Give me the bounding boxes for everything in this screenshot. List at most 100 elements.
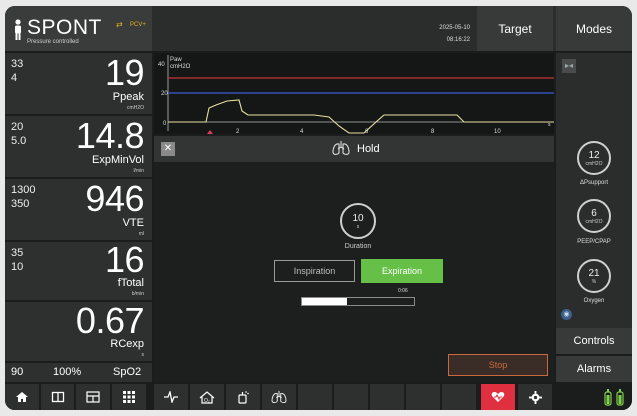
param-expminvol[interactable]: 20 5.0 14.8 ExpMinVol l/min [5, 115, 152, 177]
alarm-limit-low: 4 [11, 72, 18, 84]
home-o2-icon: O₂ [199, 390, 215, 404]
control-oxygen[interactable]: 21 % [577, 259, 611, 293]
target-button[interactable]: Target [477, 6, 553, 51]
inspiration-hold-button[interactable]: Inspiration [274, 260, 355, 282]
control-peep[interactable]: 6 cmH2O [577, 199, 611, 233]
svg-text:O₂: O₂ [204, 398, 210, 404]
waveform-unit: cmH2O [170, 64, 191, 70]
param-label: VTE [122, 217, 144, 229]
param-unit: s [141, 352, 145, 358]
param-unit: ml [138, 231, 144, 237]
control-psupport[interactable]: 12 cmH2O [577, 141, 611, 175]
controls-panel: ▸◂ 12 cmH2O ΔPsupport 6 cmH2O PEEP/CPAP … [556, 53, 632, 332]
time-display: 08:16:22 [446, 37, 470, 43]
bottom-toolbar: O₂ [5, 384, 632, 410]
waveform-button[interactable] [154, 384, 188, 410]
x-tick: 4 [300, 129, 304, 134]
top-bar: SPONT Pressure controlled ⇄ PCV+ 2025-05… [5, 6, 632, 51]
stop-button[interactable]: Stop [448, 354, 548, 376]
mode-indicator[interactable]: SPONT Pressure controlled ⇄ PCV+ [5, 6, 152, 51]
hold-dialog: ✕ Hold 10 s Duration Inspiration Expirat… [154, 136, 554, 382]
empty-slot [442, 384, 476, 410]
duration-control[interactable]: 10 s [340, 203, 376, 239]
trigger-marker-icon [207, 130, 213, 134]
hold-dialog-header: ✕ Hold [154, 136, 554, 162]
duration-label: Duration [344, 243, 372, 250]
hold-progress-bar [301, 297, 415, 306]
spo2-high: 100% [53, 366, 82, 378]
lungs-icon [332, 141, 350, 155]
empty-slot [370, 384, 404, 410]
alarms-button[interactable]: Alarms [556, 356, 632, 382]
gas-cylinder-icon [604, 389, 612, 406]
alarm-silence-button[interactable] [481, 384, 515, 410]
close-button[interactable]: ✕ [161, 142, 175, 156]
mode-subtitle: Pressure controlled [27, 39, 79, 45]
empty-slot [298, 384, 332, 410]
menu-grid-button[interactable] [112, 384, 146, 410]
param-ftotal[interactable]: 35 10 16 fTotal b/min [5, 239, 152, 300]
control-unit: % [591, 279, 597, 285]
spo2-row[interactable]: 90 100% SpO2 [5, 363, 152, 382]
control-unit: cmH2O [585, 219, 603, 225]
nebulizer-button[interactable] [226, 384, 260, 410]
param-label: Ppeak [112, 91, 144, 103]
home-icon [16, 392, 28, 402]
progress-time: 0:06 [398, 288, 408, 294]
layout-button[interactable] [76, 384, 110, 410]
alarm-limit-low: 5.0 [11, 135, 27, 147]
x-tick: 2 [236, 129, 240, 134]
alarm-limit-high: 33 [11, 58, 24, 70]
ventilator-screen: SPONT Pressure controlled ⇄ PCV+ 2025-05… [5, 6, 632, 410]
control-label: ΔPsupport [579, 180, 609, 186]
param-value: 19 [104, 52, 145, 93]
hold-progress-fill [302, 298, 347, 305]
param-unit: l/min [133, 168, 144, 174]
y-tick: 0 [163, 121, 167, 127]
duration-unit: s [356, 224, 360, 230]
x-tick: 10 [494, 129, 501, 134]
waveform-svg: Paw cmH2O 40 20 0 2 4 6 8 10 s [158, 55, 554, 135]
book-button[interactable] [41, 384, 74, 410]
param-rcexp[interactable]: 0.67 RCexp s [5, 300, 152, 361]
home-button[interactable] [5, 384, 39, 410]
controls-button[interactable]: Controls [556, 328, 632, 354]
modes-button[interactable]: Modes [556, 6, 632, 51]
pressure-waveform[interactable]: Paw cmH2O 40 20 0 2 4 6 8 10 s [154, 53, 554, 135]
alarm-limit-low: 350 [11, 198, 30, 210]
nebulizer-icon [238, 391, 249, 404]
waveform-icon [164, 391, 178, 403]
x-tick: 6 [365, 129, 369, 134]
param-value: 946 [85, 178, 144, 219]
layout-icon [86, 391, 100, 403]
param-unit: cmH2O [127, 105, 144, 111]
param-ppeak[interactable]: 33 4 19 Ppeak cmH2O [5, 52, 152, 114]
alarm-limit-high: 20 [11, 121, 24, 133]
x-tick: 8 [431, 129, 435, 134]
param-value: 0.67 [75, 300, 145, 341]
param-vte[interactable]: 1300 350 946 VTE ml [5, 178, 152, 240]
alarm-limit-high: 1300 [11, 184, 36, 196]
control-value: 6 [591, 208, 597, 219]
param-unit: b/min [131, 291, 144, 297]
control-value: 12 [588, 150, 600, 161]
swap-arrows-icon: ⇄ [116, 20, 123, 29]
patient-icon [15, 19, 21, 40]
expiration-hold-button[interactable]: Expiration [361, 259, 443, 283]
hold-button[interactable] [262, 384, 296, 410]
lock-icon[interactable]: ◉ [561, 309, 572, 320]
gas-status [556, 384, 632, 410]
param-label: ExpMinVol [92, 154, 144, 166]
spo2-label: SpO2 [113, 366, 142, 378]
settings-button[interactable] [518, 384, 552, 410]
param-label: RCexp [110, 338, 144, 350]
hold-title: Hold [357, 143, 380, 155]
date-display: 2025-05-10 [439, 25, 470, 31]
o2-button[interactable]: O₂ [190, 384, 224, 410]
control-value: 21 [588, 268, 600, 279]
control-label: PEEP/CPAP [577, 239, 611, 245]
duration-value: 10 [352, 213, 364, 224]
param-value: 14.8 [75, 115, 145, 156]
freeze-icon[interactable]: ▸◂ [562, 59, 576, 73]
heart-alarm-icon [491, 392, 505, 402]
